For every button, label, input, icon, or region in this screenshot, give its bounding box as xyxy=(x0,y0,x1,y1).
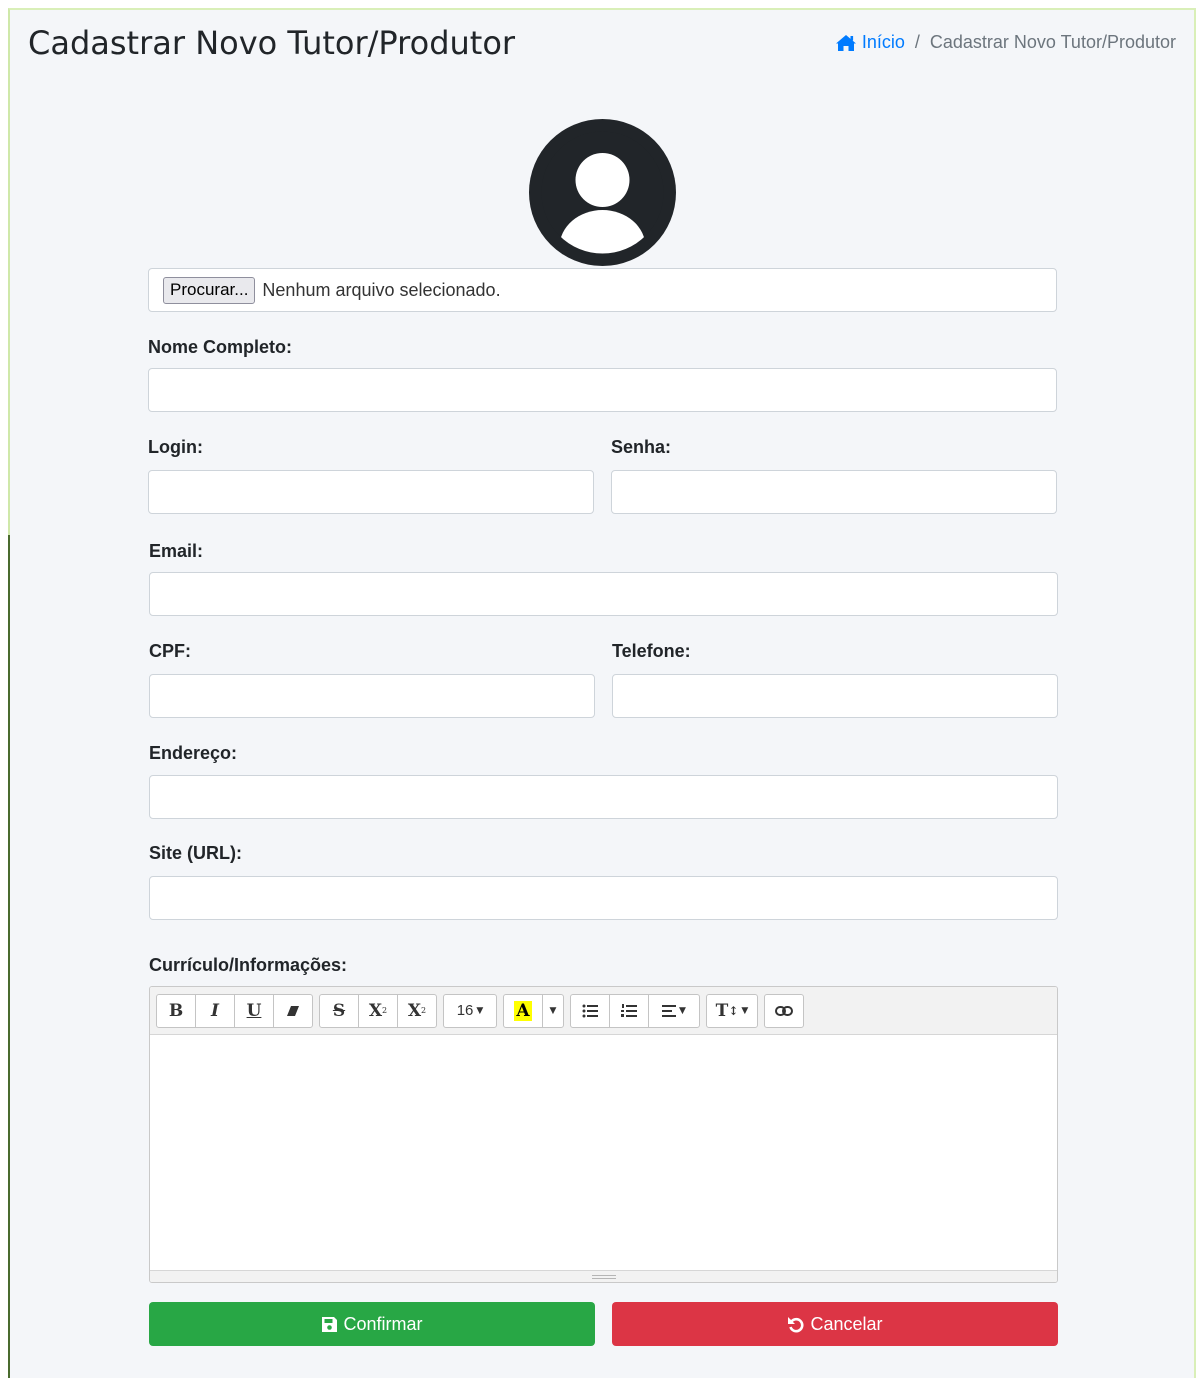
subscript-button[interactable]: X2 xyxy=(397,993,437,1028)
underline-button[interactable]: U xyxy=(234,993,274,1028)
unordered-list-button[interactable] xyxy=(570,993,610,1028)
strikethrough-button[interactable]: S xyxy=(319,993,359,1028)
font-size-value: 16 xyxy=(456,1002,474,1019)
browse-button[interactable]: Procurar... xyxy=(163,276,256,304)
list-ul-icon xyxy=(582,1004,598,1017)
editor-toolbar: B I U S X2 X2 16 ▼ A ▼ ▼ T ↕ ▼ xyxy=(150,987,1057,1035)
editor-resize-handle[interactable] xyxy=(150,1270,1057,1282)
paragraph-group: ▼ xyxy=(570,993,700,1028)
senha-input[interactable] xyxy=(611,470,1057,514)
user-avatar-icon xyxy=(529,119,676,266)
font-script-group: S X2 X2 xyxy=(319,993,437,1028)
text-color-button[interactable]: A xyxy=(503,993,543,1028)
cancel-button[interactable]: Cancelar xyxy=(612,1302,1058,1346)
undo-icon xyxy=(788,1317,804,1333)
file-status-text: Nenhum arquivo selecionado. xyxy=(262,279,501,300)
breadcrumb-home-link[interactable]: Início xyxy=(835,32,905,53)
nome-input[interactable] xyxy=(148,368,1057,412)
email-label: Email: xyxy=(149,541,204,561)
grip-icon xyxy=(591,1274,616,1279)
site-label: Site (URL): xyxy=(149,843,242,863)
confirm-button[interactable]: Confirmar xyxy=(149,1302,595,1346)
telefone-label: Telefone: xyxy=(612,641,691,661)
clear-format-button[interactable] xyxy=(273,993,313,1028)
home-icon xyxy=(835,34,856,51)
style-group: T ↕ ▼ xyxy=(706,993,758,1028)
align-left-icon xyxy=(662,1004,677,1017)
telefone-input[interactable] xyxy=(612,674,1058,718)
cpf-label: CPF: xyxy=(149,641,191,661)
color-glyph: A xyxy=(514,1000,532,1021)
curriculo-label: Currículo/Informações: xyxy=(149,955,348,975)
rich-text-editor: B I U S X2 X2 16 ▼ A ▼ ▼ T ↕ ▼ xyxy=(149,986,1058,1283)
photo-file-input[interactable]: Procurar... Nenhum arquivo selecionado. xyxy=(148,268,1057,312)
insert-group xyxy=(764,993,804,1028)
caret-down-icon: ▼ xyxy=(476,1005,484,1016)
caret-down-icon: ▼ xyxy=(549,1005,557,1016)
save-icon xyxy=(322,1316,338,1332)
caret-down-icon: ▼ xyxy=(741,1005,749,1016)
site-input[interactable] xyxy=(149,876,1058,920)
breadcrumb-current: Cadastrar Novo Tutor/Produtor xyxy=(929,32,1176,52)
bold-button[interactable]: B xyxy=(156,993,196,1028)
cancel-label: Cancelar xyxy=(810,1313,883,1334)
superscript-glyph: X xyxy=(368,1000,383,1021)
font-size-group: 16 ▼ xyxy=(443,993,497,1028)
page-title: Cadastrar Novo Tutor/Produtor xyxy=(28,24,516,62)
email-input[interactable] xyxy=(149,572,1058,616)
nome-label: Nome Completo: xyxy=(148,337,292,357)
ordered-list-button[interactable] xyxy=(609,993,649,1028)
italic-button[interactable]: I xyxy=(195,993,235,1028)
eraser-icon xyxy=(287,1005,299,1016)
paragraph-align-dropdown[interactable]: ▼ xyxy=(648,993,700,1028)
confirm-label: Confirmar xyxy=(343,1313,423,1334)
login-label: Login: xyxy=(148,437,203,457)
insert-link-button[interactable] xyxy=(764,993,804,1028)
editor-content-area[interactable] xyxy=(150,1035,1057,1271)
sidebar-edge xyxy=(8,535,10,1378)
style-glyph: T xyxy=(715,1000,729,1021)
arrows-vertical-icon: ↕ xyxy=(728,1003,739,1018)
caret-down-icon: ▼ xyxy=(679,1005,686,1016)
font-size-dropdown[interactable]: 16 ▼ xyxy=(443,993,497,1028)
cpf-input[interactable] xyxy=(149,674,595,718)
line-height-dropdown[interactable]: T ↕ ▼ xyxy=(706,993,758,1028)
breadcrumb-home-label: Início xyxy=(861,32,905,52)
font-style-group: B I U xyxy=(156,993,313,1028)
login-input[interactable] xyxy=(148,470,594,514)
endereco-input[interactable] xyxy=(149,775,1058,819)
subscript-glyph: X xyxy=(407,1000,422,1021)
endereco-label: Endereço: xyxy=(149,743,238,763)
breadcrumb-separator: / xyxy=(914,32,920,52)
list-ol-icon xyxy=(621,1003,637,1017)
color-group: A ▼ xyxy=(503,993,564,1028)
senha-label: Senha: xyxy=(611,437,672,457)
link-icon xyxy=(775,1005,793,1016)
color-dropdown-button[interactable]: ▼ xyxy=(542,993,564,1028)
breadcrumb: Início / Cadastrar Novo Tutor/Produtor xyxy=(835,32,1176,53)
superscript-button[interactable]: X2 xyxy=(358,993,398,1028)
